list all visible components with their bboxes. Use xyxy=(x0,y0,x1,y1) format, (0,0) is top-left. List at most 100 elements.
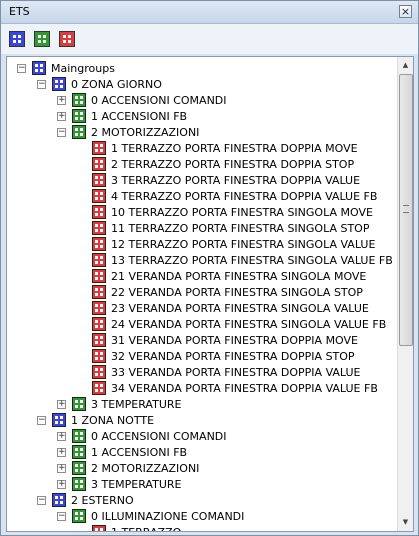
green-group-icon xyxy=(72,445,86,459)
tree-node-label: 11 TERRAZZO PORTA FINESTRA SINGOLA STOP xyxy=(111,221,370,235)
green-group-icon xyxy=(72,397,86,411)
tree-node[interactable]: − 0 ILLUMINAZIONE COMANDI xyxy=(57,508,244,524)
tree-node-label: 1 TERRAZZO PORTA FINESTRA DOPPIA MOVE xyxy=(111,141,358,155)
scroll-down-arrow-icon[interactable]: ▼ xyxy=(399,515,412,530)
window-title: ETS xyxy=(9,5,30,18)
tree-node[interactable]: 3 TERRAZZO PORTA FINESTRA DOPPIA VALUE xyxy=(77,172,360,188)
tree-node[interactable]: 22 VERANDA PORTA FINESTRA SINGOLA STOP xyxy=(77,284,363,300)
tree-node[interactable]: 31 VERANDA PORTA FINESTRA DOPPIA MOVE xyxy=(77,332,358,348)
expand-icon[interactable]: + xyxy=(57,111,66,121)
tree-node-label: 2 MOTORIZZAZIONI xyxy=(91,125,200,139)
tree-node-label: 0 ZONA GIORNO xyxy=(71,77,162,91)
tree-node[interactable]: 21 VERANDA PORTA FINESTRA SINGOLA MOVE xyxy=(77,268,366,284)
tree-node-label: 3 TERRAZZO PORTA FINESTRA DOPPIA VALUE xyxy=(111,173,361,187)
tree-node[interactable]: − 1 ZONA NOTTE xyxy=(37,412,154,428)
tree-node[interactable]: 34 VERANDA PORTA FINESTRA DOPPIA VALUE F… xyxy=(77,380,378,396)
collapse-icon[interactable]: − xyxy=(37,79,46,89)
tree-node[interactable]: +0 ACCENSIONI COMANDI xyxy=(57,428,227,444)
tree-node-label: 21 VERANDA PORTA FINESTRA SINGOLA MOVE xyxy=(111,269,367,283)
tree-node[interactable]: 1 TERRAZZO PORTA FINESTRA DOPPIA MOVE xyxy=(77,140,358,156)
tree-node-label: 32 VERANDA PORTA FINESTRA DOPPIA STOP xyxy=(111,349,355,363)
tree-node-label: 2 TERRAZZO PORTA FINESTRA DOPPIA STOP xyxy=(111,157,355,171)
blue-group-icon xyxy=(52,77,66,91)
tree-node-label: 22 VERANDA PORTA FINESTRA SINGOLA STOP xyxy=(111,285,363,299)
blue-group-icon xyxy=(52,493,66,507)
tree-node-label: 31 VERANDA PORTA FINESTRA DOPPIA MOVE xyxy=(111,333,359,347)
red-group-icon xyxy=(92,333,106,347)
green-group-button[interactable] xyxy=(34,31,50,47)
red-group-icon xyxy=(92,269,106,283)
red-group-icon xyxy=(92,301,106,315)
tree-node[interactable]: 32 VERANDA PORTA FINESTRA DOPPIA STOP xyxy=(77,348,355,364)
expand-icon[interactable]: + xyxy=(57,431,66,441)
tree-node-label: 24 VERANDA PORTA FINESTRA SINGOLA VALUE … xyxy=(111,317,387,331)
green-group-icon xyxy=(72,461,86,475)
tree-node[interactable]: 23 VERANDA PORTA FINESTRA SINGOLA VALUE xyxy=(77,300,369,316)
tree-node[interactable]: 24 VERANDA PORTA FINESTRA SINGOLA VALUE … xyxy=(77,316,386,332)
red-group-icon xyxy=(92,349,106,363)
expand-icon[interactable]: + xyxy=(57,447,66,457)
expand-icon[interactable]: + xyxy=(57,95,66,105)
expand-icon[interactable]: + xyxy=(57,399,66,409)
tree-node[interactable]: 1 TERRAZZO xyxy=(77,524,182,532)
tree-node-label: 1 ACCENSIONI FB xyxy=(91,109,188,123)
expand-icon[interactable]: + xyxy=(57,463,66,473)
tree-node-label: 1 TERRAZZO xyxy=(111,525,182,532)
tree-node[interactable]: − Maingroups xyxy=(17,60,115,76)
tree-node-label: 1 ACCENSIONI FB xyxy=(91,445,188,459)
red-group-icon xyxy=(92,221,106,235)
red-group-icon xyxy=(92,237,106,251)
green-group-icon xyxy=(72,93,86,107)
tree-node-label: 12 TERRAZZO PORTA FINESTRA SINGOLA VALUE xyxy=(111,237,376,251)
blue-group-icon xyxy=(32,61,46,75)
tree-node[interactable]: 2 TERRAZZO PORTA FINESTRA DOPPIA STOP xyxy=(77,156,354,172)
tree-node-label: 4 TERRAZZO PORTA FINESTRA DOPPIA VALUE F… xyxy=(111,189,378,203)
collapse-icon[interactable]: − xyxy=(37,415,46,425)
tree-node[interactable]: +2 MOTORIZZAZIONI xyxy=(57,460,199,476)
group-address-tree[interactable]: − Maingroups −0 ZONA GIORNO +0 ACCENSIONI C… xyxy=(6,56,414,532)
tree-node[interactable]: +3 TEMPERATURE xyxy=(57,396,181,412)
tree-node-label: 33 VERANDA PORTA FINESTRA DOPPIA VALUE xyxy=(111,365,361,379)
scroll-up-arrow-icon[interactable]: ▲ xyxy=(399,58,412,73)
tree-node[interactable]: 11 TERRAZZO PORTA FINESTRA SINGOLA STOP xyxy=(77,220,369,236)
collapse-icon[interactable]: − xyxy=(57,511,66,521)
green-group-icon xyxy=(72,509,86,523)
red-group-icon xyxy=(92,189,106,203)
tree-node-label: 0 ILLUMINAZIONE COMANDI xyxy=(91,509,245,523)
vertical-scrollbar[interactable]: ▲ ▼ xyxy=(397,57,413,531)
tree-node[interactable]: 12 TERRAZZO PORTA FINESTRA SINGOLA VALUE xyxy=(77,236,375,252)
red-group-icon xyxy=(92,381,106,395)
tree-node[interactable]: − 0 ZONA GIORNO xyxy=(37,76,162,92)
collapse-icon[interactable]: − xyxy=(57,127,66,137)
tree-node[interactable]: 10 TERRAZZO PORTA FINESTRA SINGOLA MOVE xyxy=(77,204,373,220)
collapse-icon[interactable]: − xyxy=(37,495,46,505)
tree-node-label: 23 VERANDA PORTA FINESTRA SINGOLA VALUE xyxy=(111,301,369,315)
tree-node-label: 3 TEMPERATURE xyxy=(91,397,182,411)
tree-node[interactable]: +1 ACCENSIONI FB xyxy=(57,444,187,460)
tree-node[interactable]: +0 ACCENSIONI COMANDI xyxy=(57,92,227,108)
tree-node[interactable]: − 2 ESTERNO xyxy=(37,492,134,508)
close-button[interactable]: × xyxy=(399,5,412,18)
red-group-icon xyxy=(92,317,106,331)
title-bar[interactable]: ETS × xyxy=(1,1,418,24)
tree-node[interactable]: − 2 MOTORIZZAZIONI xyxy=(57,124,199,140)
blue-group-icon xyxy=(52,413,66,427)
tree-node[interactable]: +3 TEMPERATURE xyxy=(57,476,181,492)
tree-node-label: Maingroups xyxy=(51,61,115,75)
expand-icon[interactable]: + xyxy=(57,479,66,489)
blue-group-button[interactable] xyxy=(9,31,25,47)
tree-node-label: 0 ACCENSIONI COMANDI xyxy=(91,93,227,107)
collapse-icon[interactable]: − xyxy=(17,63,26,73)
red-group-icon xyxy=(92,253,106,267)
tree-node-label: 13 TERRAZZO PORTA FINESTRA SINGOLA VALUE… xyxy=(111,253,393,267)
green-group-icon xyxy=(72,429,86,443)
tree-node[interactable]: 33 VERANDA PORTA FINESTRA DOPPIA VALUE xyxy=(77,364,361,380)
tree-node-label: 10 TERRAZZO PORTA FINESTRA SINGOLA MOVE xyxy=(111,205,373,219)
red-group-icon xyxy=(92,365,106,379)
tree-node[interactable]: +1 ACCENSIONI FB xyxy=(57,108,187,124)
red-group-button[interactable] xyxy=(59,31,75,47)
scroll-thumb[interactable] xyxy=(399,74,413,346)
red-group-icon xyxy=(92,141,106,155)
tree-node[interactable]: 4 TERRAZZO PORTA FINESTRA DOPPIA VALUE F… xyxy=(77,188,377,204)
tree-node[interactable]: 13 TERRAZZO PORTA FINESTRA SINGOLA VALUE… xyxy=(77,252,393,268)
